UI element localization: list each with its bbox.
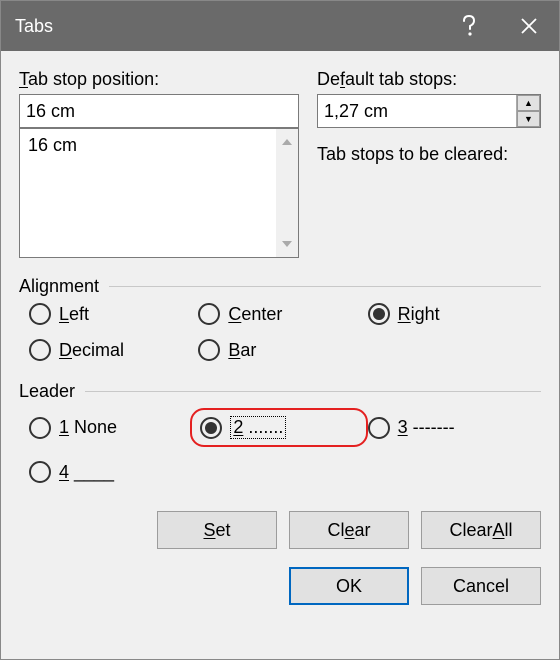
- cancel-button[interactable]: Cancel: [421, 567, 541, 605]
- alignment-right-radio[interactable]: Right: [368, 303, 537, 325]
- alignment-center-radio[interactable]: Center: [198, 303, 367, 325]
- leader-2-dots-radio[interactable]: 2 .......: [200, 416, 286, 439]
- alignment-group-label: Alignment: [19, 276, 541, 297]
- tabs-dialog: Tabs Tab stop position: 16 cm: [0, 0, 560, 660]
- help-icon: [462, 15, 476, 37]
- list-item[interactable]: 16 cm: [28, 133, 274, 158]
- dialog-title: Tabs: [15, 16, 439, 37]
- alignment-decimal-radio[interactable]: Decimal: [29, 339, 198, 361]
- tab-stops-cleared-label: Tab stops to be cleared:: [317, 144, 541, 165]
- set-button[interactable]: Set: [157, 511, 277, 549]
- tab-stop-position-input[interactable]: 16 cm: [19, 94, 299, 128]
- spin-down-button[interactable]: ▼: [517, 111, 540, 127]
- clear-button[interactable]: Clear: [289, 511, 409, 549]
- ok-button[interactable]: OK: [289, 567, 409, 605]
- scroll-down-icon[interactable]: [276, 233, 298, 255]
- scroll-up-icon[interactable]: [276, 131, 298, 153]
- default-tab-stops-spinner[interactable]: 1,27 cm ▲ ▼: [317, 94, 541, 128]
- leader-3-dashes-radio[interactable]: 3 -------: [368, 408, 537, 447]
- clear-all-button[interactable]: Clear All: [421, 511, 541, 549]
- titlebar: Tabs: [1, 1, 559, 51]
- spin-up-button[interactable]: ▲: [517, 95, 540, 111]
- leader-group-label: Leader: [19, 381, 541, 402]
- scrollbar[interactable]: [276, 129, 298, 257]
- highlight-annotation: 2 .......: [190, 408, 367, 447]
- default-tab-stops-label: Default tab stops:: [317, 69, 541, 90]
- leader-4-underscore-radio[interactable]: 4 ____: [29, 461, 198, 483]
- tab-stop-position-label: Tab stop position:: [19, 69, 299, 90]
- close-icon: [520, 17, 538, 35]
- alignment-left-radio[interactable]: Left: [29, 303, 198, 325]
- help-button[interactable]: [439, 1, 499, 51]
- close-button[interactable]: [499, 1, 559, 51]
- leader-1-none-radio[interactable]: 1 None: [29, 408, 198, 447]
- alignment-bar-radio[interactable]: Bar: [198, 339, 367, 361]
- tab-stops-listbox[interactable]: 16 cm: [19, 128, 299, 258]
